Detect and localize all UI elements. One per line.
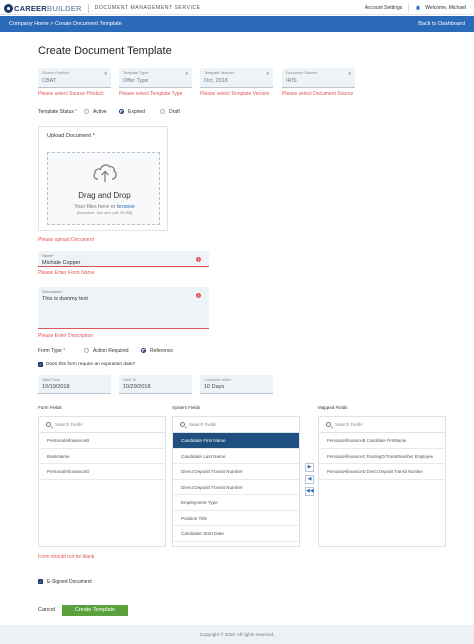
form-fields-panel: Search Fields PersonalAllowanceB BankNam…: [38, 416, 166, 547]
copyright-text: Copyright © 2018. All rights reserved.: [199, 632, 275, 637]
template-status-label: Template Status *: [38, 109, 78, 115]
esigned-checkbox[interactable]: ✓: [38, 579, 43, 584]
logo-divider: [87, 3, 89, 13]
divider: [408, 4, 410, 12]
form-type-action-radio[interactable]: [84, 348, 89, 353]
list-item-selected[interactable]: Candidate First Name: [173, 433, 299, 449]
template-type-error: Please select Template Type: [119, 91, 183, 97]
list-item[interactable]: Candidate Start Date: [173, 526, 299, 542]
list-item[interactable]: PersonalAllowanceD Direct Deposit Transi…: [319, 464, 445, 480]
expiration-checkbox-label: Does this form require an expiration dat…: [46, 362, 136, 367]
list-item[interactable]: Direct Deposit Transit Number: [173, 464, 299, 480]
system-fields-header: System Fields: [172, 405, 201, 410]
form-fields-header: Form Fields: [38, 405, 62, 410]
list-item[interactable]: Employment Type: [173, 495, 299, 511]
upload-title: Upload Document *: [47, 133, 95, 139]
name-field[interactable]: Name* Michale Copper !: [38, 251, 209, 267]
status-draft-radio[interactable]: [160, 109, 165, 114]
top-bar: CAREERBUILDER DOCUMENT MANAGEMENT SERVIC…: [0, 0, 474, 15]
upload-error: Please upload Document: [38, 237, 94, 243]
chevron-down-icon: ▾: [266, 71, 269, 77]
system-fields-search[interactable]: Search Fields: [173, 417, 299, 433]
list-item[interactable]: Direct Deposit Transit Number: [173, 480, 299, 495]
account-settings-link[interactable]: Account Settings: [365, 5, 403, 11]
form-fields-error: Form should not be blank: [38, 554, 95, 560]
complete-within-field[interactable]: Complete within 10 Days: [200, 375, 273, 394]
form-type-action-label: Action Required: [93, 348, 129, 354]
chevron-down-icon: ▾: [348, 71, 351, 77]
form-type-reference-radio[interactable]: [141, 348, 146, 353]
alert-icon: !: [196, 293, 201, 298]
valid-to-field[interactable]: Valid To 10/29/2018: [119, 375, 192, 394]
move-all-left-button[interactable]: ◀◀: [305, 487, 314, 496]
search-icon: [326, 422, 331, 427]
move-left-button[interactable]: ◀: [305, 475, 314, 484]
search-icon: [46, 422, 51, 427]
search-icon: [180, 422, 185, 427]
valid-from-field[interactable]: Valid From 10/19/2018: [38, 375, 111, 394]
list-item[interactable]: Candidate Last Name: [173, 449, 299, 464]
document-source-error: Please select Document Source: [282, 91, 354, 97]
form-type-label: Form Type *: [38, 348, 66, 354]
browse-link[interactable]: browse: [117, 204, 135, 210]
form-type-reference-label: Reference: [150, 348, 174, 354]
expiration-checkbox[interactable]: ✓: [38, 362, 43, 367]
mapped-fields-header: Mapped Fields: [318, 405, 348, 410]
brand-light: BUILDER: [46, 3, 82, 13]
list-item[interactable]: PersonalAllowanceC RoutingOrTransitNumbe…: [319, 449, 445, 464]
template-type-select[interactable]: Template Type* Offer Type ▾: [119, 68, 192, 88]
chevron-down-icon: ▾: [104, 71, 107, 77]
source-product-select[interactable]: Source Product* CBAT ▾: [38, 68, 111, 88]
document-source-select[interactable]: Document Source* IRIS ▾: [282, 68, 355, 88]
form-fields-search[interactable]: Search Fields: [39, 417, 165, 433]
create-template-button[interactable]: Create Template: [62, 605, 128, 616]
service-name: DOCUMENT MANAGEMENT SERVICE: [94, 5, 201, 11]
description-field[interactable]: Description* This is dummy text !: [38, 287, 209, 329]
system-fields-panel: Search Fields Candidate First Name Candi…: [172, 416, 300, 547]
list-item[interactable]: PersonalAllowanceD: [39, 464, 165, 480]
name-error: Please Enter Form Name: [38, 270, 95, 276]
upload-document-panel: Upload Document * Drag and Drop Your fil…: [38, 126, 168, 231]
chevron-down-icon: ▾: [185, 71, 188, 77]
brand-main: CAREER: [14, 3, 47, 13]
esigned-label: E-Signed Document: [47, 579, 92, 585]
accepted-types: (Accepted: .doc and .pdf; 20 MB): [76, 211, 133, 215]
cancel-button[interactable]: Cancel: [38, 607, 55, 613]
source-product-error: Please select Source Product: [38, 91, 104, 97]
template-version-error: Please select Template Version: [200, 91, 270, 97]
footer: Copyright © 2018. All rights reserved.: [0, 625, 474, 644]
bell-icon[interactable]: [415, 5, 421, 11]
drag-drop-text: Drag and Drop: [78, 191, 131, 200]
back-to-dashboard-link[interactable]: Back to Dashboard: [418, 21, 465, 27]
move-right-button[interactable]: ▶: [305, 463, 314, 472]
cloud-upload-icon: [93, 164, 117, 182]
status-active-label: Active: [93, 109, 107, 115]
breadcrumb[interactable]: Company Home > Create Document Template: [9, 21, 122, 27]
template-version-select[interactable]: Template Version* Oct, 2018 ▾: [200, 68, 273, 88]
list-item[interactable]: BankName: [39, 449, 165, 464]
page-title: Create Document Template: [38, 45, 172, 57]
mapped-fields-panel: Search Fields PersonalAllowanceB Candida…: [318, 416, 446, 547]
mapped-fields-search[interactable]: Search Fields: [319, 417, 445, 433]
logo-mark-icon: [4, 3, 13, 13]
upload-hint: Your files here or browse: [74, 204, 135, 210]
list-item[interactable]: Position Title: [173, 511, 299, 526]
status-active-radio[interactable]: [84, 109, 89, 114]
status-expired-label: Expired: [128, 109, 145, 115]
subheader-bar: Company Home > Create Document Template …: [0, 16, 474, 32]
description-error: Please Enter Description: [38, 333, 94, 339]
welcome-text[interactable]: Welcome, Michael: [425, 5, 466, 11]
status-expired-radio[interactable]: [119, 109, 124, 114]
upload-dropzone[interactable]: Drag and Drop Your files here or browse …: [47, 152, 160, 225]
list-item[interactable]: PersonalAllowanceB Candidate FirstName: [319, 433, 445, 449]
top-right-menu: Account Settings Welcome, Michael: [365, 4, 466, 12]
list-item[interactable]: PersonalAllowanceB: [39, 433, 165, 449]
status-draft-label: Draft: [169, 109, 180, 115]
alert-icon: !: [196, 257, 201, 262]
logo[interactable]: CAREERBUILDER DOCUMENT MANAGEMENT SERVIC…: [4, 3, 201, 13]
